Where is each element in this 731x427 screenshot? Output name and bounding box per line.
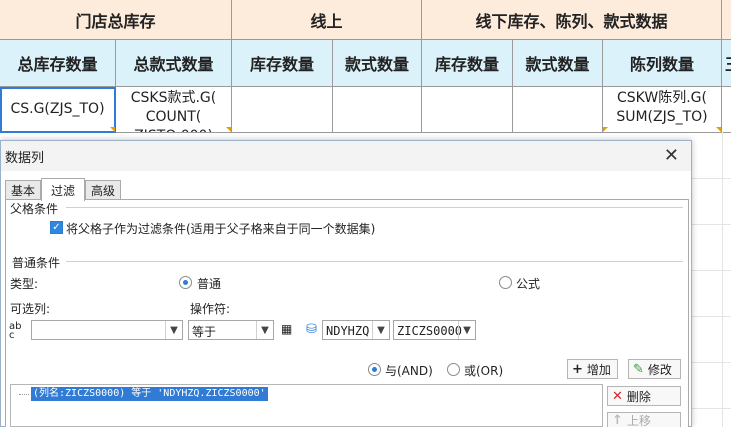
header-total-style-qty[interactable]: 总款式数量 bbox=[116, 40, 232, 87]
column-select[interactable]: ▼ bbox=[31, 320, 183, 340]
header-online-stock-qty[interactable]: 库存数量 bbox=[232, 40, 333, 87]
cell-offline-style[interactable] bbox=[513, 87, 603, 133]
plus-icon: + bbox=[572, 361, 583, 377]
chevron-down-icon[interactable]: ▼ bbox=[458, 321, 475, 339]
operator-select-value: 等于 bbox=[192, 325, 217, 339]
header-display-qty[interactable]: 陈列数量 bbox=[603, 40, 722, 87]
dialog-titlebar[interactable]: 数据列 ✕ bbox=[1, 141, 691, 171]
logic-and-label[interactable]: 与(AND) bbox=[385, 362, 433, 379]
type-formula-label[interactable]: 公式 bbox=[516, 275, 540, 292]
delete-condition-button[interactable]: ✕ 删除 bbox=[607, 386, 681, 406]
move-up-button[interactable]: ↑ 上移 bbox=[607, 412, 681, 427]
parent-filter-checkbox[interactable]: ✓ bbox=[50, 221, 63, 234]
tab-advanced[interactable]: 高级 bbox=[85, 180, 121, 200]
edit-icon: ✎ bbox=[633, 361, 644, 377]
grid-line bbox=[692, 178, 731, 179]
header-offline-data[interactable]: 线下库存、陈列、款式数据 bbox=[422, 0, 722, 40]
header-store-total-stock[interactable]: 门店总库存 bbox=[0, 0, 232, 40]
grid-line bbox=[692, 408, 731, 409]
header-next-column[interactable]: 王 bbox=[722, 40, 731, 87]
condition-list[interactable]: (列名:ZICZS0000) 等于 'NDYHZQ.ZICZS0000' bbox=[10, 384, 603, 427]
tab-filter[interactable]: 过滤 bbox=[41, 178, 85, 201]
cell-overflow bbox=[722, 87, 731, 133]
chevron-down-icon[interactable]: ▼ bbox=[372, 321, 389, 339]
cell-total-style-formula[interactable]: CSKS款式.G( COUNT( ZJSTO 000) bbox=[116, 87, 232, 133]
modify-button-label: 修改 bbox=[647, 362, 672, 377]
add-condition-button[interactable]: + 增加 bbox=[567, 359, 618, 379]
abc-icon: ab c bbox=[9, 321, 22, 341]
cell-marker-icon bbox=[716, 127, 721, 132]
table-icon[interactable]: ▦ bbox=[281, 322, 292, 336]
header-offline-stock-qty[interactable]: 库存数量 bbox=[422, 40, 513, 87]
arrow-up-icon: ↑ bbox=[612, 412, 623, 427]
header-online[interactable]: 线上 bbox=[232, 0, 422, 40]
delete-icon: ✕ bbox=[612, 388, 623, 404]
type-normal-radio[interactable] bbox=[179, 276, 192, 289]
add-button-label: 增加 bbox=[586, 362, 611, 377]
cell-display-formula[interactable]: CSKW陈列.G( SUM(ZJS_TO) bbox=[603, 87, 722, 133]
normal-condition-group-label: 普通条件 bbox=[12, 256, 61, 270]
operator-label: 操作符: bbox=[190, 302, 231, 316]
tab-basic[interactable]: 基本 bbox=[5, 180, 41, 200]
delete-button-label: 删除 bbox=[626, 389, 651, 404]
cell-offline-stock[interactable] bbox=[422, 87, 513, 133]
logic-or-label[interactable]: 或(OR) bbox=[464, 362, 503, 379]
group-divider bbox=[66, 261, 683, 262]
close-icon[interactable]: ✕ bbox=[664, 145, 679, 166]
cell-marker-icon bbox=[226, 127, 231, 132]
header-overflow-cell bbox=[722, 0, 731, 40]
type-label: 类型: bbox=[10, 277, 39, 291]
dialog-title: 数据列 bbox=[5, 151, 45, 166]
cell-marker-icon bbox=[603, 127, 608, 132]
database-icon: ⛁ bbox=[306, 322, 317, 337]
field-select-value: ZICZS0000 bbox=[397, 324, 463, 338]
parent-filter-checkbox-label[interactable]: 将父格子作为过滤条件(适用于父子格来自于同一个数据集) bbox=[66, 220, 375, 237]
chevron-down-icon[interactable]: ▼ bbox=[165, 321, 182, 339]
column-label: 可选列: bbox=[10, 302, 51, 316]
cell-online-stock[interactable] bbox=[232, 87, 333, 133]
grid-line bbox=[722, 132, 723, 427]
type-normal-label[interactable]: 普通 bbox=[197, 275, 221, 292]
group-divider bbox=[66, 207, 683, 208]
tree-connector bbox=[19, 394, 29, 395]
header-online-style-qty[interactable]: 款式数量 bbox=[333, 40, 422, 87]
parent-condition-group-label: 父格条件 bbox=[10, 202, 59, 216]
cell-total-stock-formula[interactable]: CS.G(ZJS_TO) bbox=[0, 87, 116, 133]
modify-condition-button[interactable]: ✎ 修改 bbox=[628, 359, 681, 379]
operator-select[interactable]: 等于 ▼ bbox=[188, 320, 274, 340]
dataset-select-value: NDYHZQ bbox=[326, 324, 370, 338]
grid-line bbox=[692, 270, 731, 271]
cell-online-style[interactable] bbox=[333, 87, 422, 133]
grid-line bbox=[692, 316, 731, 317]
header-offline-style-qty[interactable]: 款式数量 bbox=[513, 40, 603, 87]
field-select[interactable]: ZICZS0000 ▼ bbox=[393, 320, 476, 340]
logic-and-radio[interactable] bbox=[368, 363, 381, 376]
grid-line bbox=[692, 362, 731, 363]
chevron-down-icon[interactable]: ▼ bbox=[256, 321, 273, 339]
header-total-stock-qty[interactable]: 总库存数量 bbox=[0, 40, 116, 87]
grid-line bbox=[692, 224, 731, 225]
logic-or-radio[interactable] bbox=[447, 363, 460, 376]
cell-marker-icon bbox=[110, 127, 115, 132]
condition-row[interactable]: (列名:ZICZS0000) 等于 'NDYHZQ.ZICZS0000' bbox=[31, 387, 268, 401]
type-formula-radio[interactable] bbox=[499, 276, 512, 289]
move-up-button-label: 上移 bbox=[626, 413, 651, 427]
dataset-select[interactable]: NDYHZQ ▼ bbox=[322, 320, 390, 340]
